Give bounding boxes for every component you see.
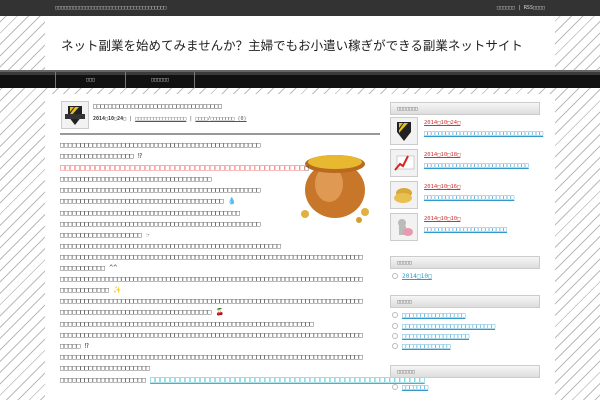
bullet-icon <box>392 273 398 279</box>
archive-label[interactable]: 2014□10□ <box>402 273 432 280</box>
body-line: □□□□□□□□□□□□□□□□□□□□□□□□□□□□□□□□□□□□□ 🍒 <box>60 308 224 317</box>
security-badge-icon <box>397 122 411 141</box>
body-text: □ <box>304 164 309 173</box>
top-links[interactable]: □□□□□□ | RSS□□□□ <box>497 5 545 11</box>
body-line: □□□□□□□□□□□□□□□□□□□□□□□□□□□□□□□□□□□□□□□□… <box>60 219 261 228</box>
divider <box>60 133 380 135</box>
body-line-link: □□□□□□□□□□□□□□□□□□□□□ □□□□□□□□□□□□□□□□□□… <box>60 374 425 386</box>
category-label[interactable]: □□□□□□□□□□□□□□□□□□ <box>402 333 469 340</box>
body-line: □□□□□□□□□□□□□□□□□□□□□□□□□□□□□□□□□□□□□□□□… <box>60 319 314 328</box>
body-line: □□□□□□□□□□□□□□□□□□□□□□□□□□□□□□□□□□□□□□□□… <box>60 208 241 217</box>
post-title[interactable]: □□□□□□□□□□□□□□□□□□□□□□□□□□□□□□□□□ <box>424 130 543 137</box>
post-thumbnail[interactable] <box>390 149 418 177</box>
bullet-icon <box>392 323 398 329</box>
recent-post[interactable]: 2014□10□16□ □□□□□□□□□□□□□□□□□□□□□□□□□ <box>390 181 540 213</box>
nav-item-home[interactable]: □□□ <box>55 72 125 88</box>
sidebar-heading-categories: □□□□□ <box>390 295 540 308</box>
post-date[interactable]: 2014□10□16□ <box>424 184 460 190</box>
post-date[interactable]: 2014□10□24□ <box>424 120 460 126</box>
category-link[interactable]: □□□□□□□□□□□□□□□□□□ <box>392 333 469 340</box>
bullet-icon <box>392 384 398 390</box>
nav-item-2[interactable]: □□□□□□ <box>125 72 195 88</box>
body-line: □□□□□□□□□□□□□□□□□□□□□□□□□□□□□□□□□□□□□□□□… <box>60 330 363 339</box>
body-line: □□□□□□□□□□□□□□□□□□□□□□□□□□□□□□□□□□□□□□□□… <box>60 241 281 250</box>
category-label[interactable]: □□□□□□□□□□□□□□□□□ <box>402 312 465 319</box>
recent-post[interactable]: 2014□10□10□ □□□□□□□□□□□□□□□□□□□□□□□ <box>390 213 540 245</box>
body-line: □□□□□□□□□□□□□□□□□□□□□□□□□□□□□□□□□□□□□□□□… <box>60 186 261 195</box>
site-header: ネット副業を始めてみませんか？主婦でもお小遣い稼ぎができる副業ネットサイト <box>45 16 555 70</box>
category-link[interactable]: □□□□□□□□□□□□□□□□□ <box>392 312 465 319</box>
bullet-icon <box>392 312 398 318</box>
site-title[interactable]: ネット副業を始めてみませんか？主婦でもお小遣い稼ぎができる副業ネットサイト <box>61 35 523 54</box>
post-date[interactable]: 2014□10□10□ <box>424 216 460 222</box>
body-line: □□□□□□□□□□□□□□□□□□ ⁉ <box>60 152 142 161</box>
nav-bar: □□□ □□□□□□ <box>0 70 600 88</box>
article-category[interactable]: □□□□□□□□□□□□□□□□□ <box>135 116 186 122</box>
chart-up-icon <box>394 155 415 171</box>
post-title[interactable]: □□□□□□□□□□□□□□□□□□□□□□□□□□□□□ <box>424 162 529 169</box>
piggy-bank-icon <box>398 219 413 236</box>
post-thumbnail[interactable] <box>390 213 418 241</box>
body-line: □□□□□ ⁉ <box>60 341 89 350</box>
recent-post[interactable]: 2014□10□18□ □□□□□□□□□□□□□□□□□□□□□□□□□□□□… <box>390 149 540 181</box>
body-line: □□□□□□□□□□□□□□□□□□□□□□□□□□□□□□□□□□□□□□□□… <box>60 141 261 149</box>
body-line: □□□□□□□□□□□□ ✨ <box>60 286 122 295</box>
post-date[interactable]: 2014□10□18□ <box>424 152 460 158</box>
sidebar-heading-archives: □□□□□ <box>390 256 540 269</box>
body-line: □□□□□□□□□□□□□□□□□□□□□□ <box>60 363 151 372</box>
article-title[interactable]: □□□□□□□□□□□□□□□□□□□□□□□□□□□□□□□□□□ <box>93 103 222 110</box>
post-thumbnail[interactable] <box>390 181 418 209</box>
body-line: □□□□□□□□□□□□□□□□□□□□□□□□□□□□□□□□□□□□□□□□… <box>60 197 237 206</box>
body-line: □□□□□□□□□□□□□□□□□□□□□□□□□□□□□□□□□□□□□□□□… <box>60 275 363 284</box>
body-text: □□□□□□□□□□□□□□□□□□□□□ <box>60 375 146 384</box>
body-line: □□□□□□□□□□□ ^^ <box>60 264 118 273</box>
recent-post[interactable]: 2014□10□24□ □□□□□□□□□□□□□□□□□□□□□□□□□□□□… <box>390 117 543 149</box>
body-line: □□□□□□□□□□□□□□□□□□□□□□□□□□□□□□□□□□□□□□□□… <box>60 252 363 261</box>
post-title[interactable]: □□□□□□□□□□□□□□□□□□□□□□□ <box>424 226 507 233</box>
body-line: □□□□□□□□□□□□□□□□□□□□□□□□□□□□□□□□□□□□□□□□… <box>60 297 363 306</box>
article-thumbnail[interactable] <box>61 101 89 129</box>
security-badge-icon <box>65 106 85 125</box>
archive-link[interactable]: 2014□10□ <box>392 273 432 280</box>
bullet-icon <box>392 343 398 349</box>
article-body: □□□□□□□□□□□□□□□□□□□□□□□□□□□□□□□□□□□□□□□□… <box>60 140 425 386</box>
other-link[interactable]: □□□□□□□ <box>392 384 428 391</box>
body-line: □□□□□□□□□□□□□□□□□□□□□□□□□□□□□□□□□□□□□□□□… <box>60 352 363 361</box>
article-meta: 2014□10□24□ | □□□□□□□□□□□□□□□□□ | □□□□/□… <box>93 116 247 122</box>
bullet-icon <box>392 333 398 339</box>
site-tagline: □□□□□□□□□□□□□□□□□□□□□□□□□□□□□□□□□□□□□ <box>55 5 167 11</box>
body-line: □□□□□□□□□□□□□□□□□□□□□□□□□□□□□□□□□□□□□ <box>60 175 212 184</box>
sidebar-heading-recent: □□□□□□□ <box>390 102 540 115</box>
other-label[interactable]: □□□□□□□ <box>402 384 428 391</box>
post-title[interactable]: □□□□□□□□□□□□□□□□□□□□□□□□□ <box>424 194 514 201</box>
red-highlight-text: □□□□□□□□□□□□□□□□□□□□□□□□□□□□□□□□□□□□□□□□… <box>60 162 305 173</box>
body-line-highlight: □□□□□□□□□□□□□□□□□□□□□□□□□□□□□□□□□□□□□□□□… <box>60 162 382 174</box>
category-label[interactable]: □□□□□□□□□□□□□ <box>402 343 450 350</box>
category-label[interactable]: □□□□□□□□□□□□□□□□□□□□□□□□□ <box>402 323 495 330</box>
category-link[interactable]: □□□□□□□□□□□□□ <box>392 343 450 350</box>
category-link[interactable]: □□□□□□□□□□□□□□□□□□□□□□□□□ <box>392 323 495 330</box>
post-thumbnail[interactable] <box>390 117 418 145</box>
article-comments[interactable]: □□□□/□□□□□□□□ (0) <box>195 116 246 122</box>
coins-icon <box>394 188 412 203</box>
top-bar: □□□□□□□□□□□□□□□□□□□□□□□□□□□□□□□□□□□□□ □□… <box>0 0 600 16</box>
article-link[interactable]: □□□□□□□□□□□□□□□□□□□□□□□□□□□□□□□□□□□□□□□□… <box>150 374 425 384</box>
article-date: 2014□10□24□ <box>93 116 127 122</box>
body-line: □□□□□□□□□□□□□□□□□□□□ ☞ <box>60 230 151 239</box>
sidebar-heading-other: □□□□□□ <box>390 365 540 378</box>
